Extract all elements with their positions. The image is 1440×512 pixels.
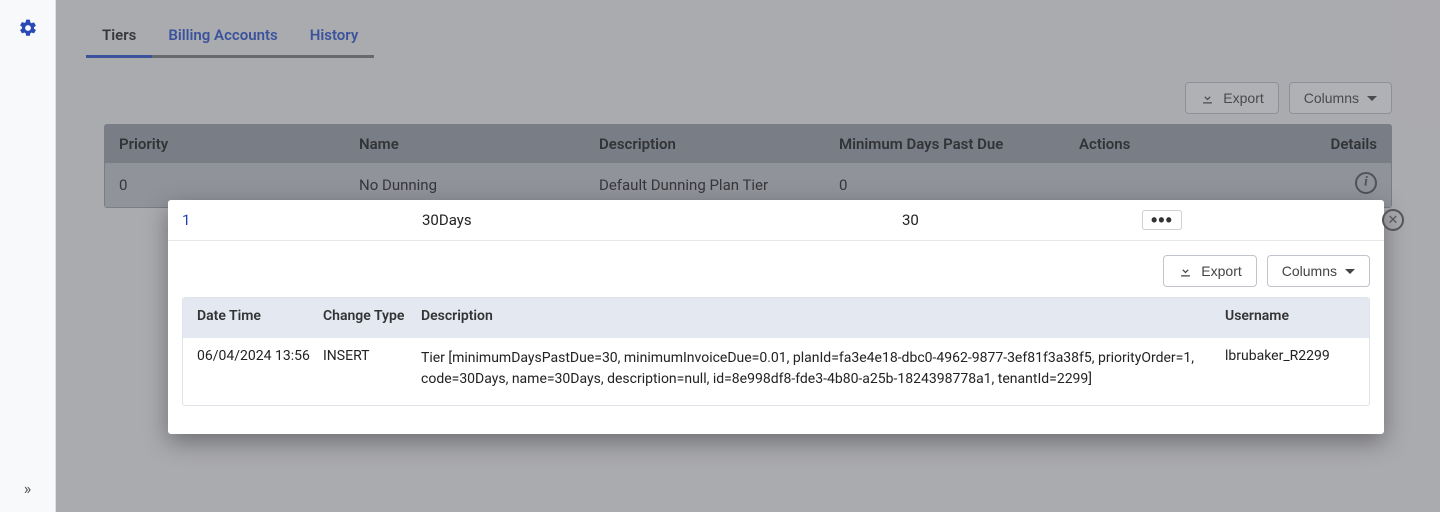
columns-button[interactable]: Columns xyxy=(1289,82,1392,114)
col-name[interactable]: Name xyxy=(359,135,599,153)
cell-name: 30Days xyxy=(422,211,662,229)
cell-change-type: INSERT xyxy=(323,348,415,364)
panel-columns-button[interactable]: Columns xyxy=(1267,255,1370,287)
export-button[interactable]: Export xyxy=(1185,82,1278,114)
col-description[interactable]: Description xyxy=(421,308,1219,326)
expand-sidebar-icon[interactable]: » xyxy=(24,479,32,498)
table-row-expanded[interactable]: 1 30Days 30 ••• ✕ xyxy=(168,200,1384,241)
cell-min-days: 0 xyxy=(839,176,1079,194)
columns-label: Columns xyxy=(1304,90,1359,106)
cell-description: Tier [minimumDaysPastDue=30, minimumInvo… xyxy=(421,348,1219,391)
cell-name: No Dunning xyxy=(359,176,599,194)
history-table-header: Date Time Change Type Description Userna… xyxy=(183,298,1369,338)
panel-export-label: Export xyxy=(1201,263,1241,279)
cell-actions: ••• xyxy=(1142,210,1382,230)
row-actions-menu[interactable]: ••• xyxy=(1142,210,1182,230)
download-icon xyxy=(1200,91,1215,106)
panel-export-button[interactable]: Export xyxy=(1163,255,1256,287)
tier-detail-panel: 1 30Days 30 ••• ✕ Export Columns Date xyxy=(168,200,1384,434)
gear-icon[interactable] xyxy=(18,18,38,42)
col-username[interactable]: Username xyxy=(1225,308,1355,326)
info-icon[interactable] xyxy=(1355,172,1377,194)
caret-down-icon xyxy=(1345,269,1355,279)
col-description[interactable]: Description xyxy=(599,135,839,153)
caret-down-icon xyxy=(1367,96,1377,106)
col-priority[interactable]: Priority xyxy=(119,135,359,153)
col-change-type[interactable]: Change Type xyxy=(323,308,415,326)
cell-description: Default Dunning Plan Tier xyxy=(599,176,839,194)
download-icon xyxy=(1178,264,1193,279)
panel-toolbar: Export Columns xyxy=(168,241,1384,297)
export-label: Export xyxy=(1223,90,1263,106)
col-min-days[interactable]: Minimum Days Past Due xyxy=(839,135,1079,153)
history-row: 06/04/2024 13:56 INSERT Tier [minimumDay… xyxy=(183,338,1369,405)
tab-history[interactable]: History xyxy=(308,20,361,58)
tiers-table-header: Priority Name Description Minimum Days P… xyxy=(105,125,1391,163)
cell-priority: 1 xyxy=(182,211,422,229)
outer-toolbar: Export Columns xyxy=(104,82,1392,114)
tab-billing-accounts[interactable]: Billing Accounts xyxy=(166,20,279,58)
cell-min-days: 30 xyxy=(902,211,1142,229)
cell-details xyxy=(1319,172,1377,198)
col-datetime[interactable]: Date Time xyxy=(197,308,317,326)
close-icon[interactable]: ✕ xyxy=(1382,209,1404,231)
main-content: Tiers Billing Accounts History Export Co… xyxy=(56,0,1440,228)
tabs: Tiers Billing Accounts History xyxy=(80,20,1416,60)
tab-tiers[interactable]: Tiers xyxy=(100,20,138,58)
tiers-table: Priority Name Description Minimum Days P… xyxy=(104,124,1392,208)
cell-username: lbrubaker_R2299 xyxy=(1225,348,1355,364)
cell-priority: 0 xyxy=(119,176,359,194)
col-details: Details xyxy=(1319,135,1377,153)
history-table: Date Time Change Type Description Userna… xyxy=(182,297,1370,406)
panel-columns-label: Columns xyxy=(1282,263,1337,279)
cell-datetime: 06/04/2024 13:56 xyxy=(197,348,317,364)
sidebar: » xyxy=(0,0,56,512)
col-actions: Actions xyxy=(1079,135,1319,153)
cell-details: ✕ xyxy=(1382,209,1404,231)
